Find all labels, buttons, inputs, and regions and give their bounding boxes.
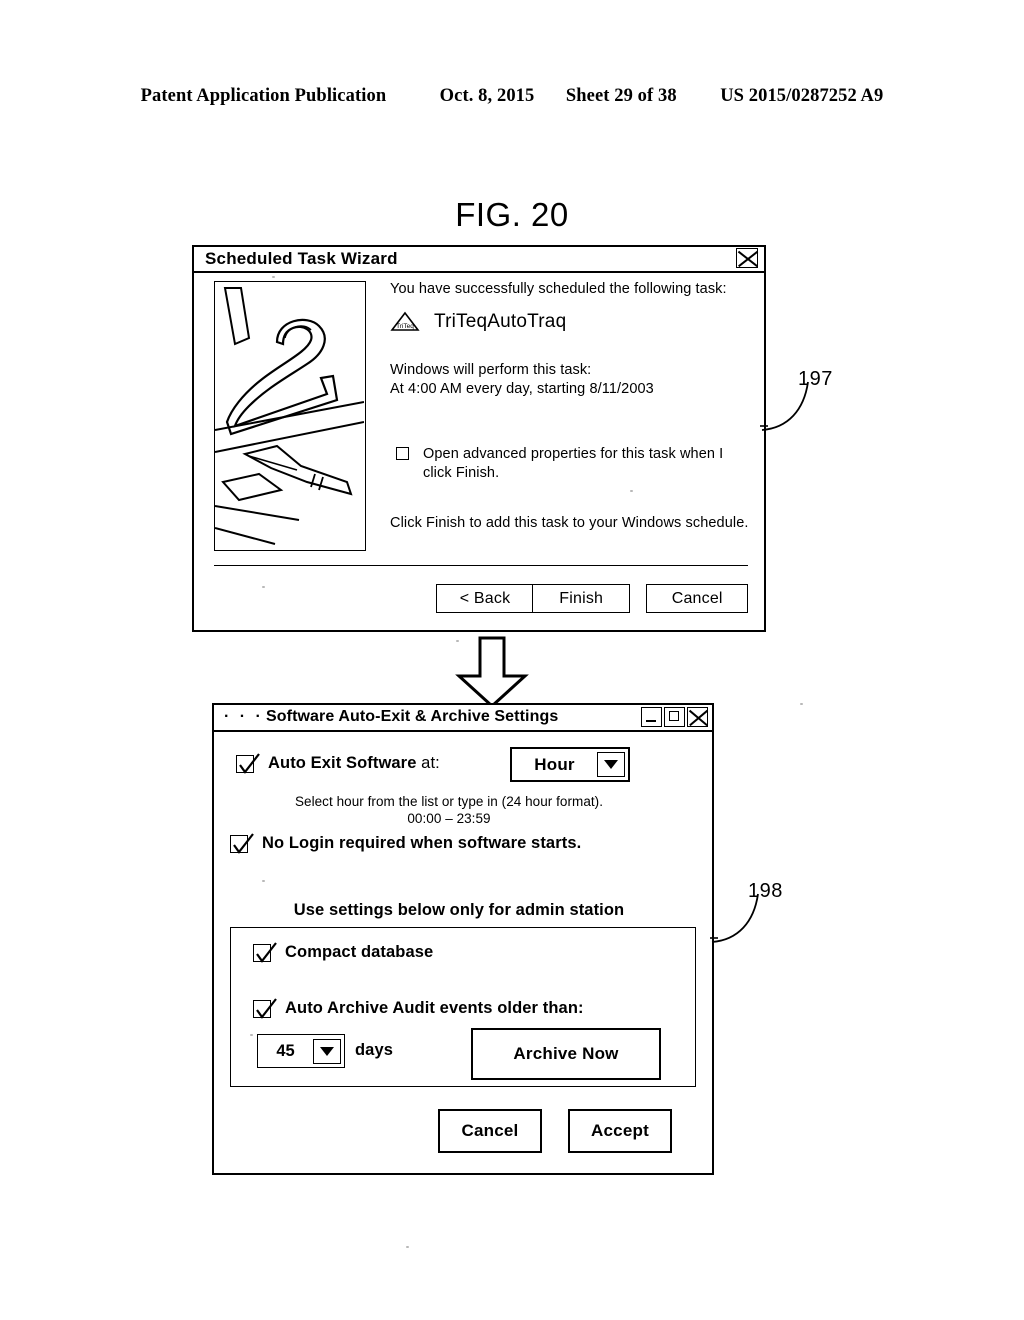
schedule-summary-line2: At 4:00 AM every day, starting 8/11/2003 [390, 381, 654, 397]
close-x-icon[interactable] [736, 248, 758, 268]
chevron-down-icon[interactable] [313, 1038, 341, 1064]
advanced-properties-checkbox[interactable] [396, 447, 409, 460]
page-header: Patent Application Publication Oct. 8, 2… [0, 86, 1024, 107]
auto-archive-checkbox-row[interactable]: Auto Archive Audit events older than: [253, 998, 584, 1019]
task-name: TriTeqAutoTraq [434, 311, 567, 332]
auto-exit-checkbox-row[interactable]: Auto Exit Software at: [236, 753, 440, 774]
auto-archive-checkbox[interactable] [253, 998, 277, 1019]
accept-button[interactable]: Accept [568, 1109, 672, 1153]
auto-exit-label-bold: Auto Exit Software [268, 753, 417, 772]
figure-label: FIG. 20 [455, 196, 569, 233]
admin-station-note: Use settings below only for admin statio… [293, 901, 625, 919]
header-publication: Patent Application Publication [140, 86, 387, 106]
hour-dropdown[interactable]: Hour [510, 747, 630, 782]
dialog1-button-bar: < Back Finish Cancel [436, 584, 749, 613]
wizard-intro-text: You have successfully scheduled the foll… [390, 281, 727, 297]
finish-button[interactable]: Finish [532, 584, 631, 613]
header-sheet: Sheet 29 of 38 [565, 86, 677, 106]
hour-hint-line1: Select hour from the list or type in (24… [294, 794, 604, 809]
minimize-icon[interactable] [641, 707, 662, 727]
chevron-down-icon[interactable] [597, 752, 625, 777]
compact-database-checkbox-row[interactable]: Compact database [253, 942, 434, 963]
header-patent-number: US 2015/0287252 A9 [720, 86, 884, 106]
back-button[interactable]: < Back [436, 584, 534, 613]
archive-now-button[interactable]: Archive Now [471, 1028, 661, 1080]
days-unit-label: days [355, 1041, 394, 1059]
scan-speck [250, 1034, 253, 1036]
scheduled-task-row: TriTeq TriTeqAutoTraq [390, 311, 756, 333]
leader-line-197 [760, 380, 830, 440]
wizard-schedule-summary: Windows will perform this task: At 4:00 … [390, 361, 756, 399]
maximize-icon[interactable] [664, 707, 685, 727]
advanced-properties-label: Open advanced properties for this task w… [423, 446, 724, 481]
auto-exit-checkbox[interactable] [236, 753, 260, 774]
cancel-button[interactable]: Cancel [438, 1109, 542, 1153]
advanced-properties-checkbox-row[interactable]: Open advanced properties for this task w… [390, 445, 756, 483]
auto-exit-label: Auto Exit Software at: [268, 754, 440, 773]
dialog2-titlebar: · · · · Software Auto-Exit & Archive Set… [214, 705, 712, 732]
hour-dropdown-value: Hour [534, 754, 575, 774]
dialog1-titlebar: Scheduled Task Wizard [194, 247, 764, 273]
dialog2-title: Software Auto-Exit & Archive Settings [266, 708, 559, 725]
header-date: Oct. 8, 2015 [439, 86, 535, 106]
no-login-checkbox-row[interactable]: No Login required when software starts. [230, 833, 582, 854]
scan-speck [272, 276, 275, 278]
scan-speck [406, 1246, 409, 1248]
compact-database-label: Compact database [285, 942, 434, 961]
wizard-body: You have successfully scheduled the foll… [390, 281, 756, 531]
scheduled-task-wizard-dialog: Scheduled Task Wizard You have successfu… [192, 245, 766, 632]
dialog1-separator [214, 565, 748, 567]
down-block-arrow-icon [455, 636, 529, 709]
scan-speck [630, 490, 633, 492]
wizard-illustration [214, 281, 366, 551]
scan-speck [262, 880, 265, 882]
dialog1-title: Scheduled Task Wizard [205, 249, 398, 268]
scan-speck [262, 586, 265, 588]
svg-text:TriTeq: TriTeq [396, 323, 414, 330]
schedule-summary-line1: Windows will perform this task: [390, 362, 592, 378]
admin-settings-group: Compact database Auto Archive Audit even… [230, 927, 696, 1087]
software-auto-exit-archive-settings-dialog: · · · · Software Auto-Exit & Archive Set… [212, 703, 714, 1175]
triteq-triangle-logo-icon: TriTeq [390, 311, 420, 333]
days-dropdown-value: 45 [276, 1041, 295, 1060]
days-dropdown[interactable]: 45 [257, 1034, 345, 1068]
hour-hint-text: Select hour from the list or type in (24… [214, 793, 684, 827]
dialog2-button-bar: Cancel Accept [438, 1109, 672, 1153]
no-login-label: No Login required when software starts. [262, 833, 582, 852]
no-login-checkbox[interactable] [230, 833, 254, 854]
scan-speck [456, 640, 459, 642]
cancel-button[interactable]: Cancel [646, 584, 749, 613]
close-icon[interactable] [687, 707, 708, 727]
leader-line-198 [710, 892, 780, 952]
scan-speck [800, 703, 803, 705]
hour-hint-line2: 00:00 – 23:59 [407, 811, 491, 826]
wizard-final-text: Click Finish to add this task to your Wi… [390, 515, 749, 531]
auto-exit-label-thin: at: [416, 753, 440, 772]
auto-archive-label: Auto Archive Audit events older than: [285, 998, 584, 1017]
window-controls [641, 707, 708, 727]
compact-database-checkbox[interactable] [253, 942, 277, 963]
